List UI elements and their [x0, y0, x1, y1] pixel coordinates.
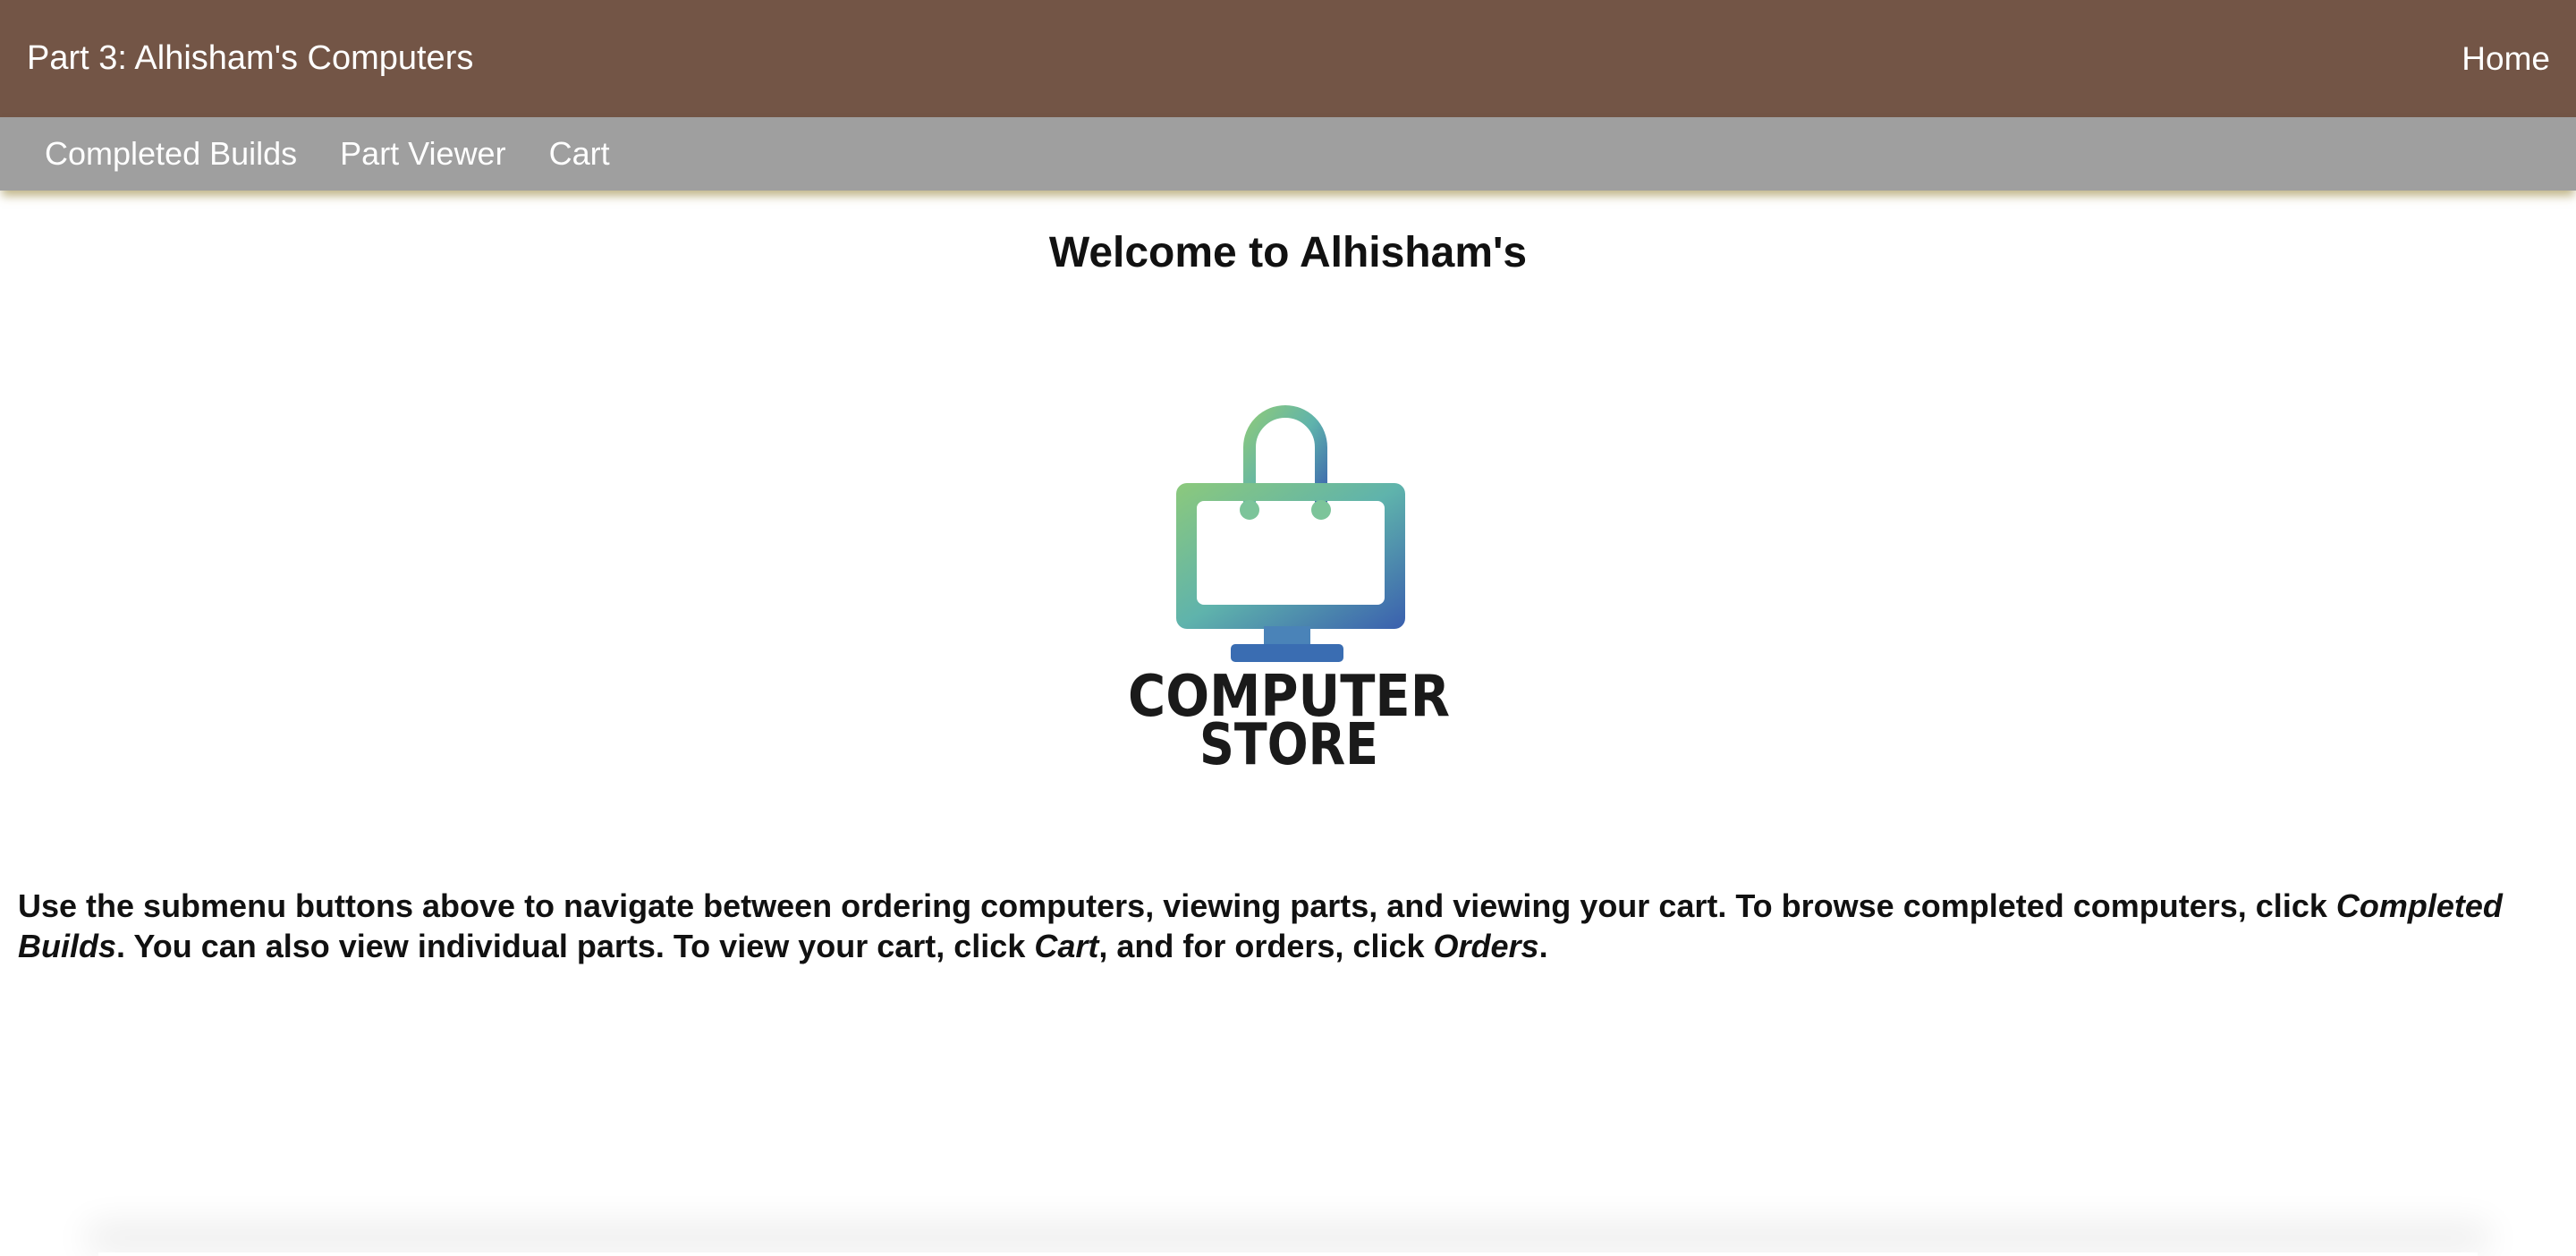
top-navbar: Part 3: Alhisham's Computers Home — [0, 0, 2576, 117]
intro-paragraph: Use the submenu buttons above to navigat… — [18, 886, 2558, 966]
home-link[interactable]: Home — [2462, 40, 2550, 78]
logo-text-line2: STORE — [1199, 712, 1378, 778]
intro-text-1: Use the submenu buttons above to navigat… — [18, 887, 2336, 924]
intro-cart: Cart — [1034, 928, 1099, 964]
submenu-bar: Completed Builds Part Viewer Cart — [0, 117, 2576, 191]
intro-text-2: . You can also view individual parts. To… — [116, 928, 1035, 964]
computer-store-logo: COMPUTER STORE — [1128, 405, 1450, 778]
site-title[interactable]: Part 3: Alhisham's Computers — [27, 39, 473, 78]
intro-text-3: , and for orders, click — [1098, 928, 1434, 964]
submenu-item-cart[interactable]: Cart — [549, 135, 610, 173]
submenu-item-completed-builds[interactable]: Completed Builds — [45, 135, 297, 173]
shopping-bag-monitor-icon — [1176, 405, 1405, 662]
bottom-shadow — [98, 1252, 2478, 1256]
intro-orders: Orders — [1433, 928, 1539, 964]
welcome-heading: Welcome to Alhisham's — [1048, 229, 1528, 276]
submenu-item-part-viewer[interactable]: Part Viewer — [340, 135, 505, 173]
intro-text-4: . — [1538, 928, 1548, 964]
